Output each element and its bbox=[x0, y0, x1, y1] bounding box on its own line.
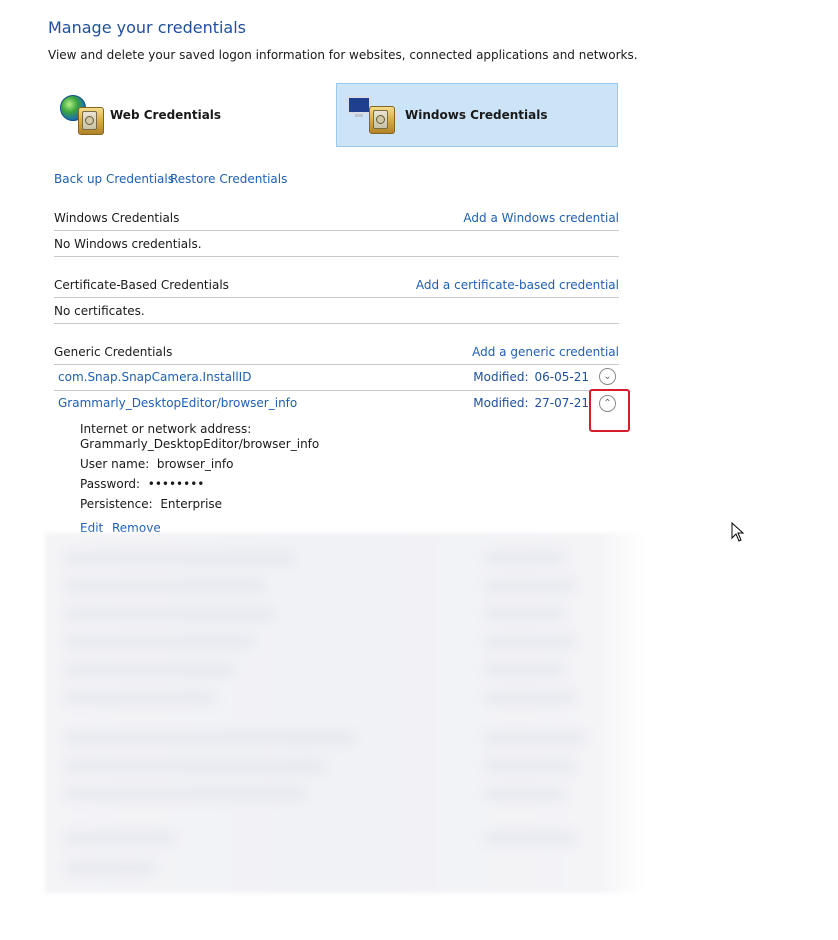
web-credentials-tile[interactable]: Web Credentials bbox=[56, 85, 326, 145]
blurred-credentials-list bbox=[45, 533, 645, 893]
mouse-pointer-icon bbox=[731, 522, 745, 542]
section-empty-message: No certificates. bbox=[54, 304, 145, 318]
backup-credentials-link[interactable]: Back up Credentials bbox=[54, 172, 174, 186]
windows-credentials-tile[interactable]: Windows Credentials bbox=[336, 83, 618, 147]
section-title: Certificate-Based Credentials bbox=[54, 278, 229, 292]
credential-modified: Modified: 27-07-21 bbox=[473, 396, 589, 410]
section-title: Generic Credentials bbox=[54, 345, 173, 359]
modified-date: 06-05-21 bbox=[534, 370, 589, 384]
highlight-annotation bbox=[589, 389, 630, 432]
certificate-credentials-section-header: Certificate-Based Credentials Add a cert… bbox=[54, 278, 619, 292]
globe-vault-icon bbox=[56, 89, 106, 141]
credential-row[interactable]: com.Snap.SnapCamera.InstallID Modified: 0… bbox=[58, 370, 619, 384]
persistence-field: Persistence: Enterprise bbox=[80, 497, 222, 512]
divider bbox=[54, 364, 619, 365]
windows-credentials-label: Windows Credentials bbox=[405, 108, 548, 122]
credential-name[interactable]: com.Snap.SnapCamera.InstallID bbox=[58, 370, 251, 384]
divider bbox=[54, 297, 619, 298]
credential-name[interactable]: Grammarly_DesktopEditor/browser_info bbox=[58, 396, 297, 410]
divider bbox=[54, 256, 619, 257]
chevron-down-icon[interactable]: ⌄ bbox=[599, 368, 616, 385]
password-field: Password: •••••••• bbox=[80, 477, 204, 492]
add-generic-credential-link[interactable]: Add a generic credential bbox=[472, 345, 619, 359]
password-value: •••••••• bbox=[147, 477, 205, 491]
persistence-value: Enterprise bbox=[160, 497, 223, 511]
add-certificate-credential-link[interactable]: Add a certificate-based credential bbox=[416, 278, 619, 292]
divider bbox=[54, 323, 619, 324]
modified-label: Modified: bbox=[473, 396, 529, 410]
monitor-vault-icon bbox=[345, 88, 401, 142]
modified-label: Modified: bbox=[473, 370, 529, 384]
username-field: User name: browser_info bbox=[80, 457, 233, 472]
page-description: View and delete your saved logon informa… bbox=[48, 48, 638, 62]
address-label: Internet or network address: bbox=[80, 422, 252, 436]
section-title: Windows Credentials bbox=[54, 211, 180, 225]
page-title: Manage your credentials bbox=[48, 18, 247, 37]
modified-date: 27-07-21 bbox=[534, 396, 589, 410]
generic-credentials-section-header: Generic Credentials Add a generic creden… bbox=[54, 345, 619, 359]
username-value: browser_info bbox=[156, 457, 234, 471]
username-label: User name: bbox=[80, 457, 150, 471]
divider bbox=[54, 230, 619, 231]
add-windows-credential-link[interactable]: Add a Windows credential bbox=[463, 211, 619, 225]
divider bbox=[54, 390, 619, 391]
credential-modified: Modified: 06-05-21 bbox=[473, 370, 589, 384]
persistence-label: Persistence: bbox=[80, 497, 153, 511]
credential-row-expanded[interactable]: Grammarly_DesktopEditor/browser_info Mod… bbox=[58, 396, 619, 410]
windows-credentials-section-header: Windows Credentials Add a Windows creden… bbox=[54, 211, 619, 225]
web-credentials-label: Web Credentials bbox=[110, 108, 222, 122]
password-label: Password: bbox=[80, 477, 141, 491]
address-value: Grammarly_DesktopEditor/browser_info bbox=[80, 437, 320, 451]
section-empty-message: No Windows credentials. bbox=[54, 237, 202, 251]
restore-credentials-link[interactable]: Restore Credentials bbox=[170, 172, 287, 186]
